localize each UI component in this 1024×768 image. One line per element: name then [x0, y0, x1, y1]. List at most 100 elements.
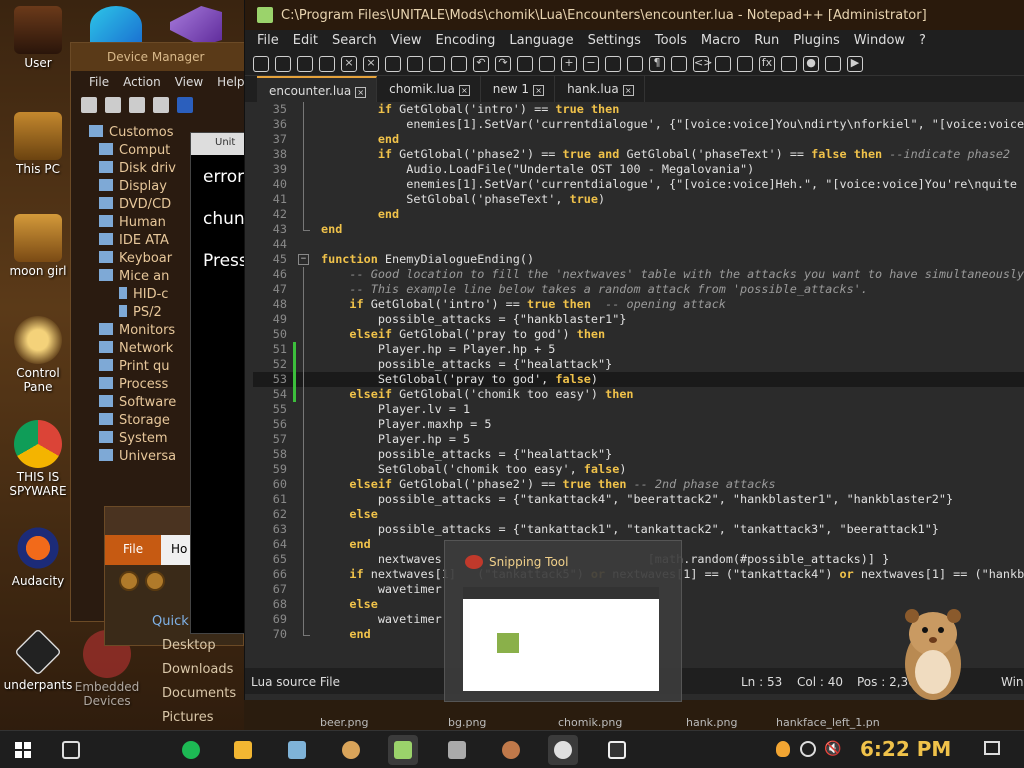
desktop-icon-user[interactable]: User	[2, 6, 74, 70]
desktop-icon-audacity[interactable]: Audacity	[2, 524, 74, 588]
taskbar-app-game[interactable]	[496, 735, 526, 765]
code-line[interactable]: 35 if GetGlobal('intro') == true then	[253, 102, 1024, 117]
desktop-icon-moon-girl[interactable]: moon girl	[2, 214, 74, 278]
code-line[interactable]: 56 Player.maxhp = 5	[253, 417, 1024, 432]
code-line[interactable]: 47 -- This example line below takes a ra…	[253, 282, 1024, 297]
list-icon[interactable]	[153, 97, 169, 113]
unitale-window[interactable]: Unit error chun Press	[190, 132, 248, 634]
desktop-icon-this-pc[interactable]: This PC	[2, 112, 74, 176]
save-all-icon[interactable]	[319, 56, 335, 72]
help-icon[interactable]	[177, 97, 193, 113]
snipping-tool-window-preview[interactable]	[463, 587, 659, 691]
new-file-icon[interactable]	[253, 56, 269, 72]
code-line[interactable]: 37 end	[253, 132, 1024, 147]
menu-view[interactable]: View	[175, 75, 203, 91]
forward-arrow-icon[interactable]	[105, 97, 121, 113]
fold-toggle-icon[interactable]	[297, 252, 311, 267]
close-tab-icon[interactable]: ×	[533, 85, 545, 96]
quick-access-item[interactable]: Downloads	[132, 662, 244, 686]
code-line[interactable]: 51 Player.hp = Player.hp + 5	[253, 342, 1024, 357]
taskbar-app-spotify[interactable]	[176, 735, 206, 765]
show-all-chars-icon[interactable]: ¶	[649, 56, 665, 72]
code-line[interactable]: 40 enemies[1].SetVar('currentdialogue', …	[253, 177, 1024, 192]
print-icon[interactable]	[385, 56, 401, 72]
volume-muted-icon[interactable]: 🔇	[824, 741, 841, 757]
code-line[interactable]: 57 Player.hp = 5	[253, 432, 1024, 447]
task-view-button[interactable]	[56, 735, 86, 765]
zoom-in-icon[interactable]: +	[561, 56, 577, 72]
code-line[interactable]: 46 -- Good location to fill the 'nextwav…	[253, 267, 1024, 282]
start-button[interactable]	[8, 735, 38, 765]
file-label[interactable]: hank.png	[686, 716, 738, 729]
code-line[interactable]: 38 if GetGlobal('phase2') == true and Ge…	[253, 147, 1024, 162]
word-wrap-icon[interactable]	[627, 56, 643, 72]
taskbar-app-paint[interactable]	[336, 735, 366, 765]
notification-center-icon[interactable]	[984, 741, 1000, 755]
file-label[interactable]: bg.png	[448, 716, 486, 729]
xml-icon[interactable]: <>	[693, 56, 712, 72]
menu-window[interactable]: Window	[854, 33, 905, 49]
undo-icon[interactable]: ↶	[473, 56, 489, 72]
redo-icon[interactable]: ↷	[495, 56, 511, 72]
save-icon[interactable]	[297, 56, 313, 72]
network-globe-icon[interactable]	[800, 741, 816, 757]
menu-run[interactable]: Run	[754, 33, 779, 49]
code-line[interactable]: 59 SetGlobal('chomik too easy', false)	[253, 462, 1024, 477]
code-line[interactable]: 62 else	[253, 507, 1024, 522]
code-line[interactable]: 48 if GetGlobal('intro') == true then --…	[253, 297, 1024, 312]
menu-tools[interactable]: Tools	[655, 33, 687, 49]
close-tab-icon[interactable]: ×	[458, 85, 470, 96]
snipping-tool-preview[interactable]: Snipping Tool	[444, 540, 682, 702]
code-line[interactable]: 54 elseif GetGlobal('chomik too easy') t…	[253, 387, 1024, 402]
desktop-icon-underpants[interactable]: underpants	[2, 628, 74, 692]
menu-language[interactable]: Language	[509, 33, 573, 49]
menu-file[interactable]: File	[257, 33, 279, 49]
play-macro-icon[interactable]: ▶	[847, 56, 863, 72]
code-line[interactable]: 44	[253, 237, 1024, 252]
back-arrow-icon[interactable]	[81, 97, 97, 113]
menu-help[interactable]: ?	[919, 33, 926, 49]
menu-settings[interactable]: Settings	[588, 33, 641, 49]
zoom-out-icon[interactable]: −	[583, 56, 599, 72]
taskbar-app-explorer[interactable]	[228, 735, 258, 765]
code-line[interactable]: 39 Audio.LoadFile("Undertale OST 100 - M…	[253, 162, 1024, 177]
menu-action[interactable]: Action	[123, 75, 161, 91]
folder-workspace-icon[interactable]	[737, 56, 753, 72]
quick-access-item[interactable]: Desktop	[132, 638, 244, 662]
code-line[interactable]: 63 possible_attacks = {"tankattack1", "t…	[253, 522, 1024, 537]
menu-help[interactable]: Help	[217, 75, 244, 91]
monitor-icon[interactable]	[781, 56, 797, 72]
code-line[interactable]: 43 end	[253, 222, 1024, 237]
code-line[interactable]: 53 SetGlobal('pray to god', false)	[253, 372, 1024, 387]
tab-new-1[interactable]: new 1 ×	[481, 76, 556, 102]
close-tab-icon[interactable]: ×	[622, 85, 634, 96]
find-icon[interactable]	[517, 56, 533, 72]
sync-scroll-icon[interactable]	[605, 56, 621, 72]
properties-icon[interactable]	[129, 97, 145, 113]
taskbar-clock[interactable]: 6:22 PM	[860, 737, 951, 761]
taskbar-app-unity[interactable]	[602, 735, 632, 765]
function-list-icon[interactable]: fx	[759, 56, 775, 72]
taskbar-app-notes[interactable]	[282, 735, 312, 765]
tray-fire-icon[interactable]	[776, 741, 790, 757]
play-icon[interactable]	[145, 571, 165, 591]
tab-encounter-lua[interactable]: encounter.lua ×	[257, 76, 378, 102]
code-line[interactable]: 58 possible_attacks = {"healattack"}	[253, 447, 1024, 462]
code-line[interactable]: 50 elseif GetGlobal('pray to god') then	[253, 327, 1024, 342]
file-label[interactable]: beer.png	[320, 716, 368, 729]
quick-access-item[interactable]: Documents	[132, 686, 244, 710]
code-line[interactable]: 52 possible_attacks = {"healattack"}	[253, 357, 1024, 372]
visual-studio-icon[interactable]	[170, 6, 222, 46]
code-line[interactable]: 41 SetGlobal('phaseText', true)	[253, 192, 1024, 207]
indent-guide-icon[interactable]	[671, 56, 687, 72]
close-tab-icon[interactable]: ×	[355, 87, 367, 98]
paste-icon[interactable]	[451, 56, 467, 72]
edge-icon[interactable]	[90, 6, 142, 46]
code-line[interactable]: 42 end	[253, 207, 1024, 222]
menu-view[interactable]: View	[391, 33, 422, 49]
stop-macro-icon[interactable]	[825, 56, 841, 72]
close-icon[interactable]: ×	[341, 56, 357, 72]
code-line[interactable]: 45 function EnemyDialogueEnding()	[253, 252, 1024, 267]
desktop-icon-control-panel[interactable]: Control Pane	[2, 316, 74, 394]
file-label[interactable]: chomik.png	[558, 716, 622, 729]
